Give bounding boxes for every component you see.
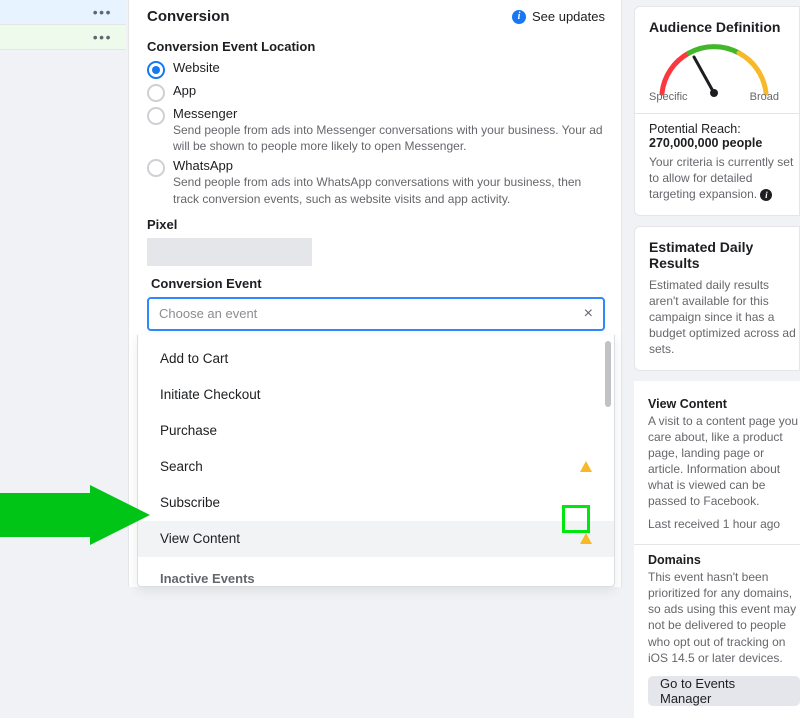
info-icon[interactable]: i xyxy=(760,189,772,201)
pixel-heading: Pixel xyxy=(147,217,605,232)
radio-icon xyxy=(147,107,165,125)
radio-label: Website xyxy=(173,60,605,75)
card-estimated-daily: Estimated Daily Results Estimated daily … xyxy=(634,226,800,371)
section-title: Conversion xyxy=(147,8,230,25)
radio-icon xyxy=(147,61,165,79)
option-label: Search xyxy=(160,459,203,474)
event-option-view-content[interactable]: View Content xyxy=(138,521,614,557)
left-nav-stub: ••• ••• xyxy=(0,0,126,587)
nav-item-dots-1[interactable]: ••• xyxy=(0,0,126,25)
radio-website[interactable]: Website xyxy=(147,60,605,79)
conversion-event-heading: Conversion Event xyxy=(151,276,605,291)
warning-icon xyxy=(580,461,592,472)
more-icon: ••• xyxy=(93,34,112,40)
event-option-search[interactable]: Search xyxy=(138,449,614,485)
radio-messenger[interactable]: Messenger Send people from ads into Mess… xyxy=(147,106,605,154)
info-icon: i xyxy=(512,10,526,24)
dropdown-scrollbar[interactable] xyxy=(605,341,611,407)
option-label: Add to Cart xyxy=(160,351,228,366)
inactive-events-heading: Inactive Events xyxy=(138,557,614,586)
clear-icon[interactable]: × xyxy=(584,308,593,320)
gauge-specific-label: Specific xyxy=(649,91,688,103)
event-details-body: A visit to a content page you care about… xyxy=(648,413,800,510)
radio-label: WhatsApp xyxy=(173,158,605,173)
see-updates-label: See updates xyxy=(532,9,605,24)
conversion-event-dropdown: Add to Cart Initiate Checkout Purchase S… xyxy=(137,335,615,587)
conversion-location-heading: Conversion Event Location xyxy=(147,39,605,54)
event-option-initiate-checkout[interactable]: Initiate Checkout xyxy=(138,377,614,413)
radio-help: Send people from ads into Messenger conv… xyxy=(173,122,605,154)
radio-label: Messenger xyxy=(173,106,605,121)
event-option-add-to-cart[interactable]: Add to Cart xyxy=(138,341,614,377)
see-updates-link[interactable]: i See updates xyxy=(512,9,605,24)
option-label: Purchase xyxy=(160,423,217,438)
card-event-details: View Content A visit to a content page y… xyxy=(634,381,800,718)
main-panel: Conversion i See updates Conversion Even… xyxy=(128,0,622,587)
pixel-value-redacted[interactable] xyxy=(147,238,312,266)
go-to-events-manager-button[interactable]: Go to Events Manager xyxy=(648,676,800,706)
event-option-subscribe[interactable]: Subscribe xyxy=(138,485,614,521)
right-sidebar: Audience Definition Specific Broad Poten… xyxy=(634,0,800,587)
criteria-text: Your criteria is currently set to allow … xyxy=(649,154,799,203)
event-option-purchase[interactable]: Purchase xyxy=(138,413,614,449)
button-label: Go to Events Manager xyxy=(660,676,788,706)
gauge-broad-label: Broad xyxy=(750,91,779,103)
potential-reach: Potential Reach: 270,000,000 people xyxy=(649,122,799,150)
option-label: View Content xyxy=(160,531,240,546)
domains-heading: Domains xyxy=(648,553,800,567)
domains-body: This event hasn't been prioritized for a… xyxy=(648,569,800,666)
event-details-title: View Content xyxy=(648,397,800,411)
radio-app[interactable]: App xyxy=(147,83,605,102)
warning-icon xyxy=(580,533,592,544)
card-audience-definition: Audience Definition Specific Broad Poten… xyxy=(634,6,800,216)
radio-icon xyxy=(147,84,165,102)
event-last-received: Last received 1 hour ago xyxy=(648,516,800,532)
audience-definition-heading: Audience Definition xyxy=(649,19,799,35)
audience-gauge: Specific Broad xyxy=(649,41,779,101)
conversion-event-placeholder: Choose an event xyxy=(159,306,257,321)
radio-icon xyxy=(147,159,165,177)
estimated-daily-heading: Estimated Daily Results xyxy=(649,239,799,271)
option-label: Initiate Checkout xyxy=(160,387,261,402)
radio-label: App xyxy=(173,83,605,98)
nav-item-dots-2[interactable]: ••• xyxy=(0,25,126,50)
radio-help: Send people from ads into WhatsApp conve… xyxy=(173,174,605,206)
option-label: Subscribe xyxy=(160,495,220,510)
radio-whatsapp[interactable]: WhatsApp Send people from ads into Whats… xyxy=(147,158,605,206)
more-icon: ••• xyxy=(93,9,112,15)
estimated-daily-body: Estimated daily results aren't available… xyxy=(649,277,799,358)
conversion-event-select[interactable]: Choose an event × xyxy=(147,297,605,331)
